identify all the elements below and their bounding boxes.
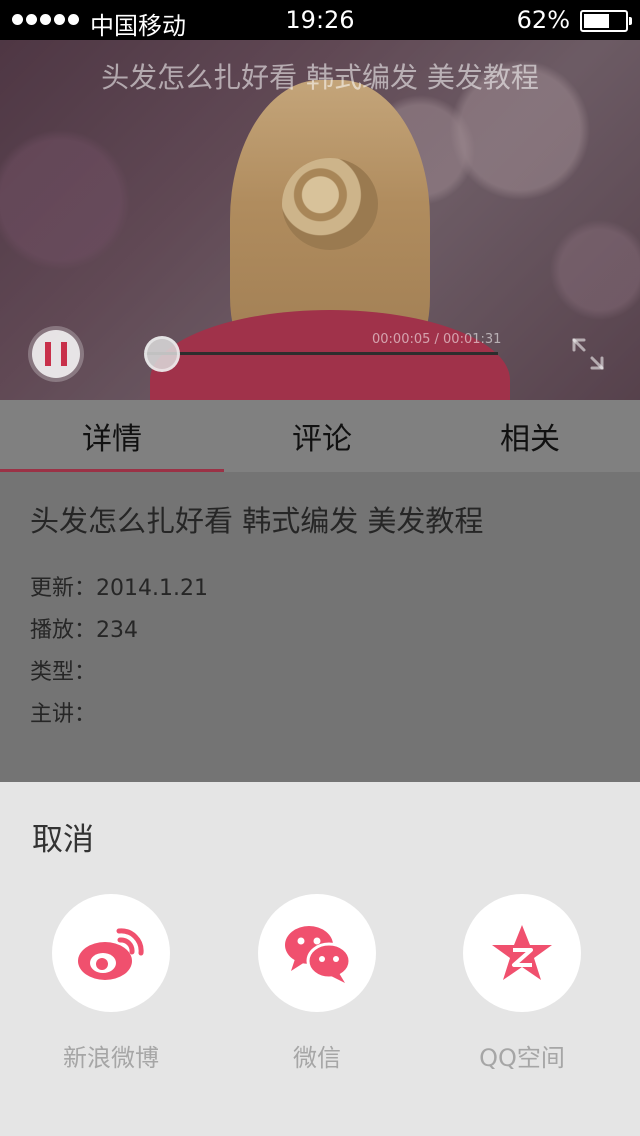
meta-row-update: 更新： 2014.1.21 bbox=[30, 572, 208, 614]
share-qzone[interactable]: QQ空间 bbox=[422, 894, 622, 1073]
meta-value: 234 bbox=[96, 618, 139, 643]
video-player[interactable]: 头发怎么扎好看 韩式编发 美发教程 00:00:05 / 00:01:31 bbox=[0, 40, 640, 400]
pause-button[interactable] bbox=[28, 326, 84, 382]
meta-label: 播放： bbox=[30, 618, 97, 643]
tab-related[interactable]: 相关 bbox=[420, 400, 640, 472]
share-weibo-button[interactable] bbox=[52, 894, 170, 1012]
cancel-button[interactable]: 取消 bbox=[32, 814, 94, 859]
meta-row-presenter: 主讲： bbox=[30, 698, 208, 740]
wechat-icon bbox=[285, 926, 352, 983]
status-bar: 中国移动 19:26 62% bbox=[0, 0, 640, 40]
qzone-icon bbox=[492, 925, 552, 980]
share-wechat-button[interactable] bbox=[258, 894, 376, 1012]
meta-row-plays: 播放： 234 bbox=[30, 614, 208, 656]
tab-comments[interactable]: 评论 bbox=[224, 400, 420, 472]
share-weibo[interactable]: 新浪微博 bbox=[11, 894, 211, 1073]
tab-details[interactable]: 详情 bbox=[0, 400, 224, 472]
tab-bar: 详情 评论 相关 bbox=[0, 400, 640, 472]
fullscreen-icon[interactable] bbox=[570, 336, 606, 372]
details-panel: 头发怎么扎好看 韩式编发 美发教程 更新： 2014.1.21 播放： 234 类型… bbox=[0, 472, 640, 782]
meta-label: 主讲： bbox=[30, 702, 97, 727]
meta-label: 更新： bbox=[30, 576, 97, 601]
video-frame-shoulders bbox=[150, 310, 510, 400]
share-wechat[interactable]: 微信 bbox=[217, 894, 417, 1073]
share-sheet: 取消 新浪微博 微信 QQ空间 bbox=[0, 782, 640, 1136]
share-wechat-label: 微信 bbox=[293, 1044, 341, 1072]
battery-fill bbox=[584, 14, 609, 28]
meta-value: 2014.1.21 bbox=[96, 576, 208, 601]
pause-icon bbox=[45, 342, 67, 366]
weibo-icon bbox=[78, 928, 144, 980]
meta-label: 类型： bbox=[30, 660, 97, 685]
share-weibo-label: 新浪微博 bbox=[63, 1044, 159, 1072]
progress-handle[interactable] bbox=[143, 336, 180, 372]
battery-icon bbox=[580, 10, 632, 32]
share-qzone-button[interactable] bbox=[463, 894, 581, 1012]
video-title: 头发怎么扎好看 韩式编发 美发教程 bbox=[101, 61, 539, 94]
video-timecode: 00:00:05 / 00:01:31 bbox=[372, 332, 502, 347]
meta-row-type: 类型： bbox=[30, 656, 208, 698]
progress-track[interactable] bbox=[144, 352, 498, 355]
detail-meta: 更新： 2014.1.21 播放： 234 类型： 主讲： bbox=[30, 572, 208, 740]
battery-percentage: 62% bbox=[516, 6, 570, 34]
detail-title: 头发怎么扎好看 韩式编发 美发教程 bbox=[30, 504, 484, 538]
share-qzone-label: QQ空间 bbox=[479, 1044, 565, 1072]
video-frame-braid bbox=[282, 158, 378, 250]
